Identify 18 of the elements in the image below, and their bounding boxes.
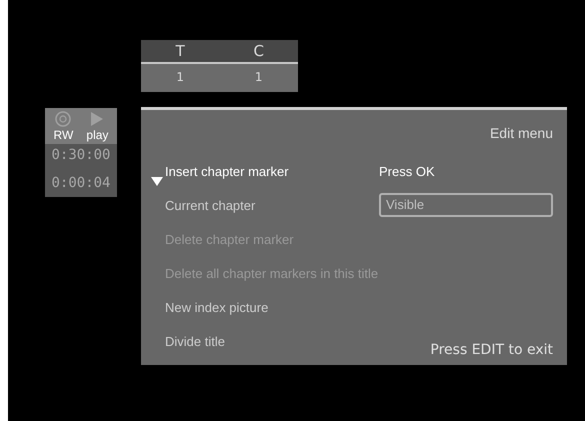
exit-hint: Press EDIT to exit [430,342,553,358]
time-readout: 0:00:04 [50,175,112,191]
menu-title: Edit menu [490,125,553,143]
disc-icon [55,111,72,127]
menu-item[interactable]: Insert chapter marker [165,164,379,178]
menu-item[interactable]: New index picture [165,300,379,314]
column-value: 1 [254,69,264,86]
menu-item[interactable]: Divide title [165,334,379,348]
column-label: T [174,41,186,62]
play-icon [90,111,104,127]
value-field[interactable]: Visible [379,193,553,217]
mode-label: RW [54,128,74,142]
column-value: 1 [175,69,186,86]
action-hint: Press OK [379,164,436,178]
column-label: C [252,41,265,62]
mode-label: play [86,128,108,142]
time-readout: 0:30:00 [50,147,112,163]
menu-item[interactable]: Current chapter [165,198,379,212]
